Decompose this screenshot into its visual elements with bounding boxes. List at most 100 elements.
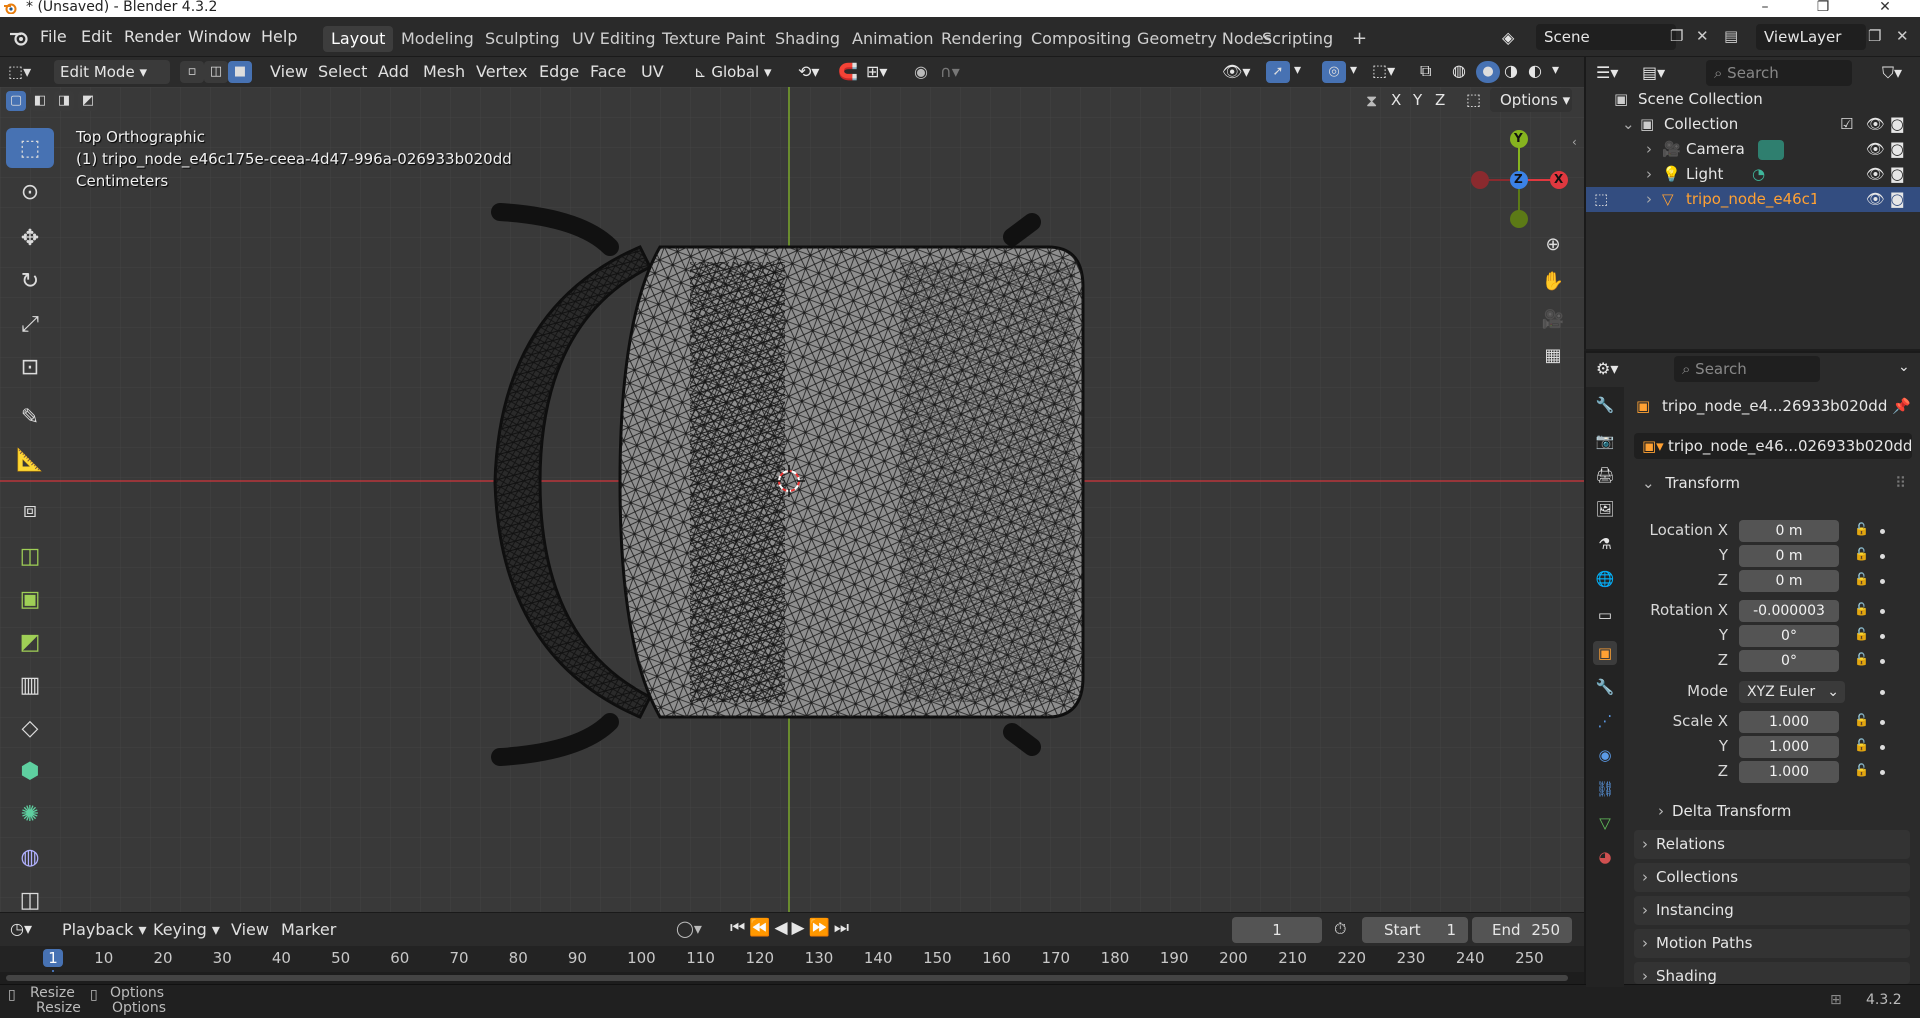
transform-panel-header[interactable]: ⌄ Transform ⠿ bbox=[1634, 469, 1916, 498]
rotation-z-field[interactable]: 0° bbox=[1739, 650, 1839, 672]
keyframe-dot[interactable] bbox=[1880, 690, 1885, 695]
object-datablock-field[interactable]: ▣▾ tripo_node_e46...026933b020dd bbox=[1634, 433, 1912, 459]
lock-icon[interactable]: 🔓 bbox=[1854, 738, 1869, 752]
spin-tool[interactable]: ✺ bbox=[6, 794, 54, 834]
new-viewlayer-icon[interactable]: ❐ bbox=[1868, 27, 1881, 45]
snap-icon[interactable]: 🧲 bbox=[838, 62, 858, 81]
eye-icon[interactable]: 👁 bbox=[1866, 187, 1885, 212]
keyframe-dot[interactable] bbox=[1880, 634, 1885, 639]
eye-icon[interactable]: 👁 bbox=[1866, 162, 1885, 187]
edit-mode-icon[interactable]: ⬚ bbox=[1594, 187, 1608, 212]
render-camera-icon[interactable]: ◙ bbox=[1890, 187, 1905, 212]
minimize-button[interactable]: – bbox=[1742, 0, 1788, 17]
exclude-checkbox[interactable]: ☑ bbox=[1840, 112, 1853, 137]
mesh-edit-overlay-icon[interactable]: ⬚▾ bbox=[1372, 61, 1395, 80]
output-tab-icon[interactable]: 🖨 bbox=[1593, 463, 1617, 487]
rotation-mode-dropdown[interactable]: XYZ Euler ⌄ bbox=[1739, 681, 1845, 703]
gizmo-dropdown-icon[interactable]: ▾ bbox=[1294, 62, 1301, 78]
eye-icon[interactable]: 👁 bbox=[1866, 137, 1885, 162]
scale-tool[interactable]: ⤢ bbox=[6, 304, 54, 344]
mode-dropdown[interactable]: Edit Mode ▾ bbox=[54, 60, 170, 84]
visibility-icon[interactable]: 👁▾ bbox=[1222, 62, 1250, 81]
overlay-dropdown-icon[interactable]: ▾ bbox=[1350, 62, 1357, 78]
menu-mesh[interactable]: Mesh bbox=[423, 62, 465, 81]
menu-timeline-view[interactable]: View bbox=[231, 920, 269, 939]
camera-view-icon[interactable]: 🎥 bbox=[1538, 305, 1568, 335]
constraints-tab-icon[interactable]: ⛓ bbox=[1593, 777, 1617, 801]
new-scene-icon[interactable]: ❐ bbox=[1670, 27, 1683, 45]
vertex-select-button[interactable]: ▫ bbox=[180, 61, 204, 83]
keyframe-dot[interactable] bbox=[1880, 529, 1885, 534]
rotation-x-field[interactable]: -0.000003 bbox=[1739, 600, 1839, 622]
tab-sculpting[interactable]: Sculpting bbox=[477, 26, 568, 52]
snap-target-icon[interactable]: ⊞▾ bbox=[866, 62, 887, 81]
frame-ruler[interactable]: 1 10 20 30 40 50 60 70 80 90 100 110 120 130 140 150 160… bbox=[0, 946, 1584, 972]
timeline-editor-icon[interactable]: ◷▾ bbox=[10, 919, 32, 938]
menu-edge[interactable]: Edge bbox=[539, 62, 579, 81]
outliner-editor-icon[interactable]: ☰▾ bbox=[1596, 63, 1618, 82]
menu-vertex[interactable]: Vertex bbox=[476, 62, 527, 81]
display-mode-icon[interactable]: ▤▾ bbox=[1642, 63, 1665, 82]
view-layer-tab-icon[interactable]: 🖼 bbox=[1593, 497, 1617, 521]
physics-tab-icon[interactable]: ◉ bbox=[1593, 743, 1617, 767]
location-z-field[interactable]: 0 m bbox=[1739, 570, 1839, 592]
tab-compositing[interactable]: Compositing bbox=[1023, 26, 1139, 52]
move-tool[interactable]: ✥ bbox=[6, 218, 54, 258]
scene-field[interactable]: Scene bbox=[1536, 24, 1676, 50]
face-select-button[interactable]: ■ bbox=[228, 61, 252, 83]
tab-rendering[interactable]: Rendering bbox=[933, 26, 1031, 52]
viewlayer-icon[interactable]: ▤ bbox=[1724, 27, 1738, 45]
object-tab-icon[interactable]: ▣ bbox=[1593, 641, 1617, 665]
viewlayer-field[interactable]: ViewLayer bbox=[1756, 24, 1866, 50]
particles-tab-icon[interactable]: ⋰ bbox=[1593, 709, 1617, 733]
menu-add[interactable]: Add bbox=[378, 62, 409, 81]
tab-texture-paint[interactable]: Texture Paint bbox=[654, 26, 773, 52]
material-tab-icon[interactable]: ◕ bbox=[1593, 845, 1617, 869]
3d-viewport[interactable]: Y Z X Top Orthographic (1) tripo_node_e4… bbox=[0, 87, 1584, 912]
render-tab-icon[interactable]: 📷 bbox=[1593, 429, 1617, 453]
start-frame-field[interactable]: Start 1 bbox=[1362, 917, 1468, 943]
expand-chevron-icon[interactable]: › bbox=[1646, 162, 1652, 187]
tab-scripting[interactable]: Scripting bbox=[1254, 26, 1341, 52]
keyframe-dot[interactable] bbox=[1880, 720, 1885, 725]
data-tab-icon[interactable]: ▽ bbox=[1593, 811, 1617, 835]
keyframe-dot[interactable] bbox=[1880, 579, 1885, 584]
outliner-row-scene-collection[interactable]: ▣ Scene Collection bbox=[1586, 87, 1920, 112]
menu-render[interactable]: Render bbox=[124, 27, 181, 46]
falloff-icon[interactable]: ∩▾ bbox=[940, 62, 960, 81]
inset-tool[interactable]: ▣ bbox=[6, 579, 54, 619]
rendered-shading-icon[interactable]: ◐ bbox=[1528, 61, 1542, 80]
render-camera-icon[interactable]: ◙ bbox=[1890, 162, 1905, 187]
filter-icon[interactable]: ⛉▾ bbox=[1882, 63, 1902, 83]
select-subtract-button[interactable]: ◨ bbox=[54, 91, 74, 111]
tab-uv-editing[interactable]: UV Editing bbox=[564, 26, 663, 52]
expand-chevron-icon[interactable]: › bbox=[1646, 137, 1652, 162]
section-instancing[interactable]: Instancing bbox=[1634, 896, 1910, 925]
section-collections[interactable]: Collections bbox=[1634, 863, 1910, 892]
menu-view[interactable]: View bbox=[270, 62, 308, 81]
menu-uv[interactable]: UV bbox=[641, 62, 664, 81]
zoom-icon[interactable]: ⊕ bbox=[1538, 230, 1568, 260]
tab-animation[interactable]: Animation bbox=[844, 26, 942, 52]
section-shading[interactable]: Shading bbox=[1634, 962, 1910, 984]
end-frame-field[interactable]: End 250 bbox=[1472, 917, 1572, 943]
material-shading-icon[interactable]: ◑ bbox=[1504, 61, 1518, 80]
scene-tab-icon[interactable]: ⚗ bbox=[1593, 532, 1617, 556]
scale-z-field[interactable]: 1.000 bbox=[1739, 761, 1839, 783]
stopwatch-icon[interactable]: ⏱ bbox=[1334, 919, 1346, 939]
shading-dropdown-icon[interactable]: ▾ bbox=[1552, 62, 1559, 78]
render-camera-icon[interactable]: ◙ bbox=[1890, 137, 1905, 162]
keyframe-dot[interactable] bbox=[1880, 659, 1885, 664]
timeline-scrollbar[interactable] bbox=[0, 972, 1584, 984]
location-x-field[interactable]: 0 m bbox=[1739, 520, 1839, 542]
annotate-tool[interactable]: ✎ bbox=[6, 397, 54, 437]
blender-menu-icon[interactable] bbox=[9, 29, 29, 46]
lock-icon[interactable]: 🔓 bbox=[1854, 602, 1869, 616]
render-camera-icon[interactable]: ◙ bbox=[1890, 112, 1905, 137]
menu-window[interactable]: Window bbox=[188, 27, 251, 46]
keyframe-dot[interactable] bbox=[1880, 745, 1885, 750]
select-invert-button[interactable]: ◩ bbox=[78, 91, 98, 111]
outliner-row-collection[interactable]: ⌄ ▣ Collection ☑ 👁 ◙ bbox=[1586, 112, 1920, 137]
select-box-tool[interactable]: ⬚ bbox=[6, 128, 54, 168]
chevron-down-icon[interactable]: ⌄ bbox=[1898, 359, 1910, 375]
